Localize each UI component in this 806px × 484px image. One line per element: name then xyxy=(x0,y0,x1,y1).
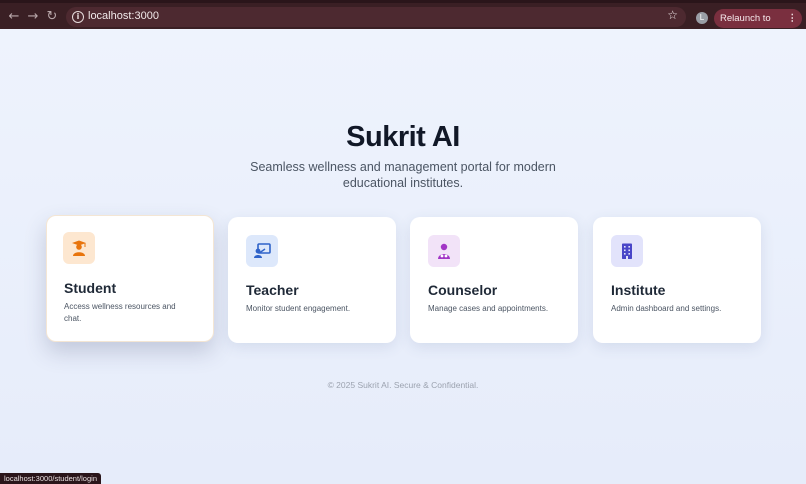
student-icon-box xyxy=(63,232,95,264)
student-title: Student xyxy=(64,280,117,296)
back-icon[interactable]: ← xyxy=(6,9,22,25)
building-icon xyxy=(622,243,632,259)
institute-description: Admin dashboard and settings. xyxy=(611,304,722,313)
teacher-board-icon xyxy=(254,243,271,258)
counselor-description: Manage cases and appointments. xyxy=(428,304,549,313)
forward-icon[interactable]: → xyxy=(25,9,41,25)
status-bar-url: localhost:3000/student/login xyxy=(0,473,101,484)
footer-text: © 2025 Sukrit AI. Secure & Confidential. xyxy=(327,380,479,390)
teacher-title: Teacher xyxy=(246,282,299,298)
bookmark-star-icon[interactable]: ☆ xyxy=(667,8,678,22)
institute-title: Institute xyxy=(611,282,666,298)
counselor-title: Counselor xyxy=(428,282,498,298)
teacher-description: Monitor student engagement. xyxy=(246,304,351,313)
institute-card[interactable]: Institute Admin dashboard and settings. xyxy=(593,217,761,343)
page-title: Sukrit AI xyxy=(346,121,460,153)
counselor-icon-box xyxy=(428,235,460,267)
reload-icon[interactable]: ↻ xyxy=(44,9,60,25)
browser-toolbar: ← → ↻ i localhost:3000 ☆ L Relaunch to u… xyxy=(0,0,806,43)
counselor-icon xyxy=(438,243,450,259)
menu-dots-icon[interactable]: ⋮ xyxy=(788,9,798,28)
page-subtitle: Seamless wellness and management portal … xyxy=(250,160,556,190)
url-text[interactable]: localhost:3000 xyxy=(88,10,159,22)
graduation-student-icon xyxy=(72,240,86,256)
profile-avatar[interactable]: L xyxy=(696,12,708,24)
teacher-card[interactable]: Teacher Monitor student engagement. xyxy=(228,217,396,343)
teacher-icon-box xyxy=(246,235,278,267)
student-description: Access wellness resources and chat. xyxy=(64,302,176,323)
site-info-icon[interactable]: i xyxy=(72,11,84,23)
landing-page: Sukrit AI Seamless wellness and manageme… xyxy=(0,29,806,484)
institute-icon-box xyxy=(611,235,643,267)
address-bar[interactable]: i localhost:3000 ☆ xyxy=(66,7,686,27)
relaunch-button[interactable]: Relaunch to update ⋮ xyxy=(714,9,802,43)
student-card[interactable]: Student Access wellness resources and ch… xyxy=(46,215,214,342)
counselor-card[interactable]: Counselor Manage cases and appointments. xyxy=(410,217,578,343)
